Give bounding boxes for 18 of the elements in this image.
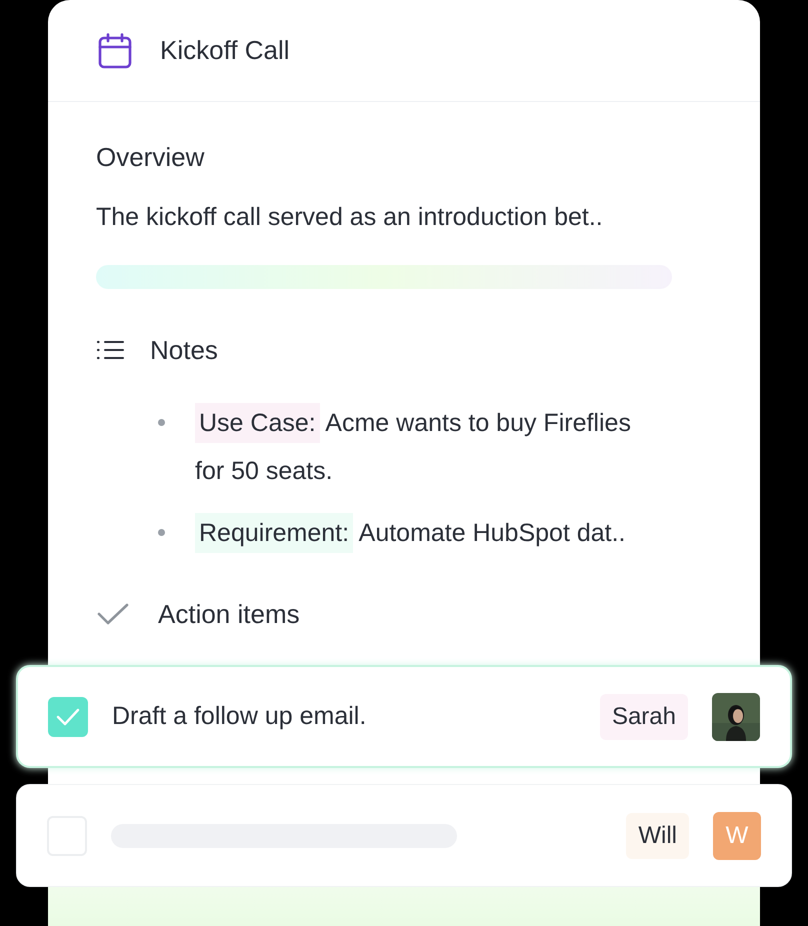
- checkmark-icon: [56, 708, 80, 726]
- calendar-icon: [98, 32, 132, 68]
- note-text: Requirement: Automate HubSpot dat..: [195, 509, 626, 557]
- action-item-text: Draft a follow up email.: [112, 700, 368, 732]
- assignee-tag: Sarah: [600, 694, 688, 740]
- bullet-icon: [158, 529, 165, 536]
- assignee-tag: Will: [626, 812, 689, 858]
- list-icon: [96, 340, 124, 360]
- section-heading: Action items: [158, 598, 300, 631]
- card-title: Kickoff Call: [160, 34, 290, 67]
- overview-text: The kickoff call served as an introduction bet..: [96, 202, 604, 233]
- avatar: W: [713, 812, 761, 860]
- bullet-icon: [158, 419, 165, 426]
- check-icon: [96, 602, 130, 626]
- section-heading: Notes: [150, 334, 218, 367]
- section-heading: Overview: [96, 141, 206, 174]
- checkbox[interactable]: [48, 696, 88, 736]
- note-text: Use Case: Acme wants to buy Fireflies for 50 seats.: [195, 399, 662, 495]
